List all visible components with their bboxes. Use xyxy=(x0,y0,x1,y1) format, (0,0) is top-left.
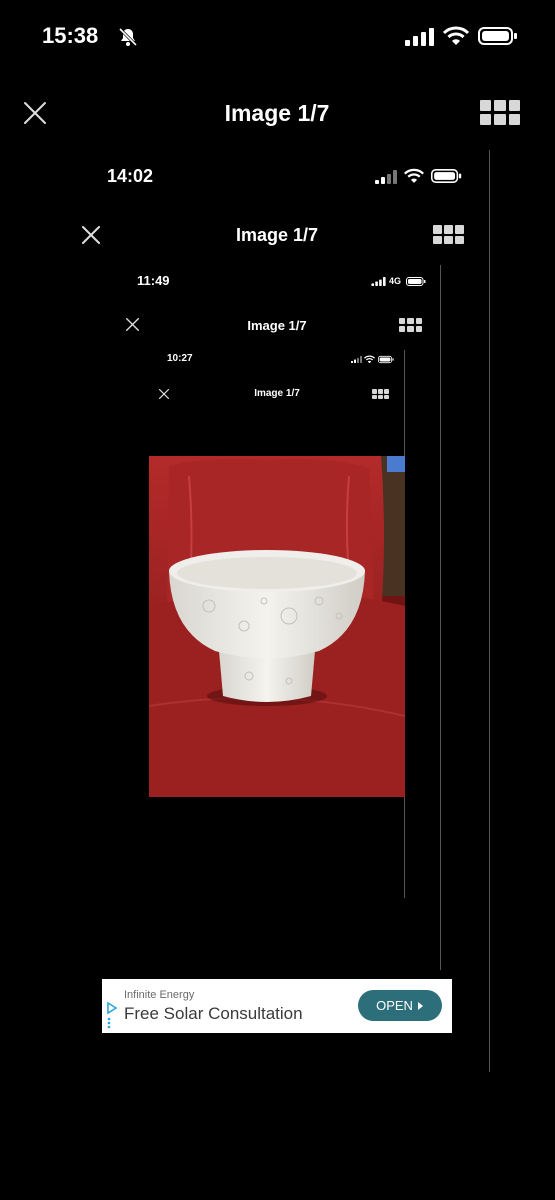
battery-icon xyxy=(431,169,462,183)
close-icon[interactable] xyxy=(126,318,139,331)
status-time: 11:49 xyxy=(137,273,170,288)
battery-icon xyxy=(378,355,394,364)
close-icon[interactable] xyxy=(23,101,47,125)
battery-icon xyxy=(478,27,517,45)
status-time: 10:27 xyxy=(167,353,193,364)
adchoices-icon[interactable] xyxy=(106,1001,118,1029)
ad-sponsor: Infinite Energy xyxy=(124,989,195,1001)
page-title: Image 1/7 xyxy=(235,225,319,245)
page-title: Image 1/7 xyxy=(224,100,330,126)
wifi-icon xyxy=(404,168,424,183)
wifi-icon xyxy=(364,355,375,364)
status-time: 14:02 xyxy=(107,166,154,186)
signal-icon xyxy=(371,277,386,286)
signal-icon xyxy=(375,170,397,184)
grid-icon[interactable] xyxy=(372,389,389,399)
ad-open-label: OPEN xyxy=(376,998,413,1013)
battery-icon xyxy=(406,277,426,286)
grid-icon[interactable] xyxy=(433,225,464,244)
divider xyxy=(489,150,490,1072)
bowl-on-chair-image xyxy=(149,456,405,797)
chevron-right-icon xyxy=(417,1001,423,1010)
signal-icon xyxy=(405,28,434,46)
divider xyxy=(440,265,441,970)
close-icon[interactable] xyxy=(82,226,100,244)
close-icon[interactable] xyxy=(159,389,169,399)
page-title: Image 1/7 xyxy=(254,388,300,399)
product-photo[interactable] xyxy=(149,456,405,797)
ad-banner[interactable]: Infinite Energy Free Solar Consultation … xyxy=(102,979,452,1033)
wifi-icon xyxy=(443,26,469,45)
status-time: 15:38 xyxy=(42,23,99,48)
signal-icon xyxy=(351,356,362,363)
ad-open-button[interactable]: OPEN xyxy=(358,990,442,1021)
grid-icon[interactable] xyxy=(480,100,520,125)
ad-headline[interactable]: Free Solar Consultation xyxy=(124,1004,303,1024)
bell-slash-icon xyxy=(118,27,138,47)
network-type: 4G xyxy=(389,276,402,286)
page-title: Image 1/7 xyxy=(247,318,307,333)
grid-icon[interactable] xyxy=(399,318,422,332)
